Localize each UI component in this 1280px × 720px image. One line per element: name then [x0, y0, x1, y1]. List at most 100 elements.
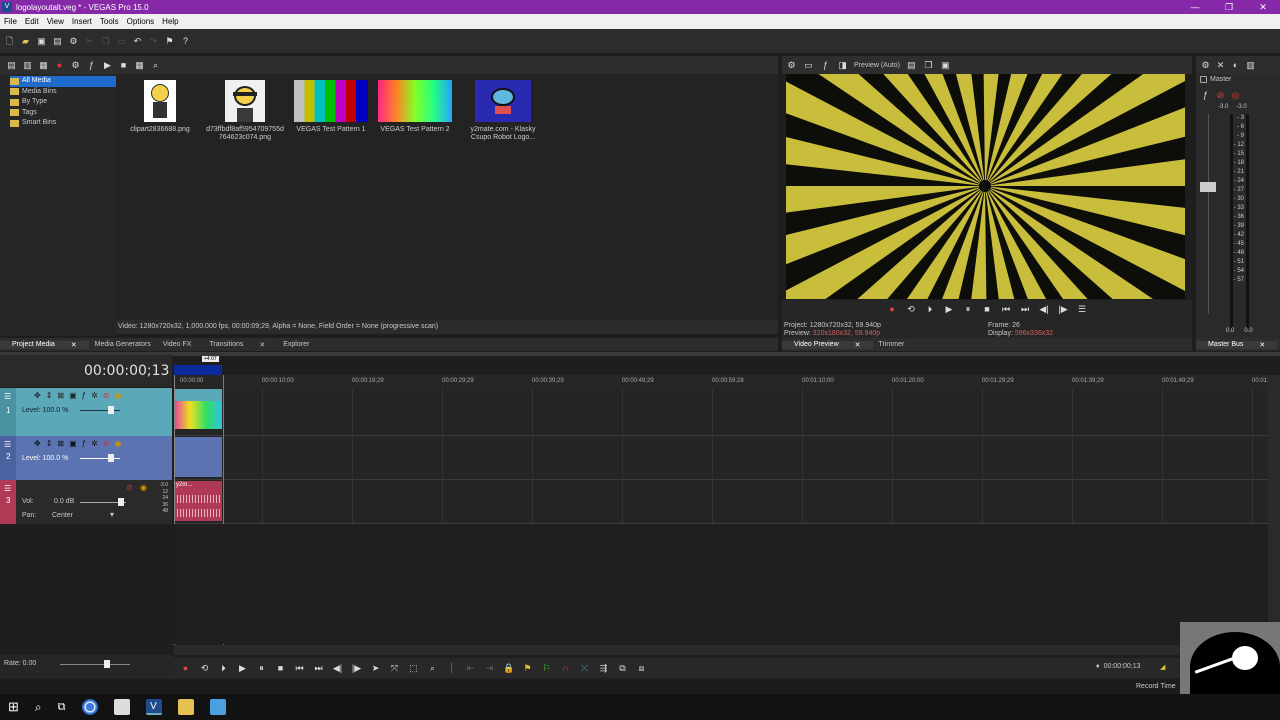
normal-edit-tool-icon[interactable]: ➤: [370, 663, 381, 674]
mixer-icon[interactable]: ▥: [1245, 60, 1256, 71]
paste-icon[interactable]: ▭: [116, 36, 127, 47]
tab-transitions[interactable]: Transitions ✕: [197, 341, 277, 349]
trim-end-icon[interactable]: ⇥: [484, 663, 495, 674]
previous-frame-icon[interactable]: ◀|: [1039, 304, 1050, 315]
render-icon[interactable]: ⚑: [164, 36, 175, 47]
track-motion-icon[interactable]: ▣: [69, 391, 77, 400]
tree-item-tags[interactable]: Tags: [10, 108, 116, 119]
go-to-start-icon[interactable]: ⏮: [1001, 304, 1012, 315]
chrome-icon[interactable]: [81, 699, 98, 715]
loop-icon[interactable]: ⟲: [199, 663, 210, 674]
pause-icon[interactable]: ⏸: [256, 663, 267, 674]
level-slider[interactable]: [108, 454, 114, 462]
horizontal-scrollbar[interactable]: [174, 645, 1268, 655]
tree-item-smart-bins[interactable]: Smart Bins: [10, 118, 116, 129]
vegas-taskbar-icon[interactable]: V: [145, 699, 162, 715]
play-icon[interactable]: ▶: [944, 304, 955, 315]
minimize-button[interactable]: —: [1178, 2, 1212, 13]
play-from-start-icon[interactable]: ⏵: [925, 304, 936, 315]
next-frame-icon[interactable]: |▶: [1058, 304, 1069, 315]
volume-slider[interactable]: [118, 498, 124, 506]
compositor-icon[interactable]: ⇕: [46, 439, 53, 448]
restore-button[interactable]: ❐: [1212, 2, 1246, 13]
track-menu-icon[interactable]: ☰: [4, 440, 11, 449]
timecode-display[interactable]: 00:00:00;13: [84, 363, 169, 379]
media-properties-icon[interactable]: ⚙: [70, 60, 81, 71]
dim-icon[interactable]: ◐: [1230, 60, 1241, 71]
loop-region[interactable]: [174, 365, 222, 375]
lock-envelopes-icon[interactable]: ⧉: [617, 663, 628, 674]
tab-media-generators[interactable]: Media Generators: [89, 341, 157, 348]
help-icon[interactable]: ?: [180, 36, 191, 47]
auto-ripple-icon[interactable]: ⇶: [598, 663, 609, 674]
track-header-2[interactable]: ☰ 2 ✥ ⇕ ⊠ ▣ ƒ ✲ ⊘ ◉ Level: 100.0 %: [0, 436, 172, 480]
record-icon[interactable]: ●: [180, 663, 191, 674]
play-from-start-icon[interactable]: ⏵: [218, 663, 229, 674]
get-media-icon[interactable]: ●: [54, 60, 65, 71]
redo-icon[interactable]: ↷: [148, 36, 159, 47]
menu-edit[interactable]: Edit: [21, 17, 43, 26]
undo-icon[interactable]: ↶: [132, 36, 143, 47]
track-menu-icon[interactable]: ☰: [4, 484, 11, 493]
media-item[interactable]: d73ffbdf8af5954709755d 764623c074.png: [200, 80, 290, 142]
go-to-start-icon[interactable]: ⏮: [294, 663, 305, 674]
track-header-1[interactable]: ☰ 1 ✥ ⇕ ⊠ ▣ ƒ ✲ ⊘ ◉ Level: 100.0 %: [0, 388, 172, 436]
remove-media-icon[interactable]: ▥: [22, 60, 33, 71]
close-icon[interactable]: ✕: [849, 341, 867, 349]
menu-file[interactable]: File: [0, 17, 21, 26]
go-to-end-icon[interactable]: ⏭: [1020, 304, 1031, 315]
go-to-end-icon[interactable]: ⏭: [313, 663, 324, 674]
menu-icon[interactable]: ☰: [1077, 304, 1088, 315]
copy-snapshot-icon[interactable]: ❐: [923, 60, 934, 71]
mute-icon[interactable]: ⊘: [126, 483, 133, 492]
tree-item-by-type[interactable]: By Type: [10, 97, 116, 108]
track-lane-3[interactable]: [174, 480, 1268, 524]
close-icon[interactable]: ✕: [65, 341, 83, 349]
auto-crossfade-icon[interactable]: ⤫: [579, 663, 590, 674]
close-button[interactable]: ✕: [1246, 2, 1280, 13]
track-lane-1[interactable]: [174, 388, 1268, 436]
cut-icon[interactable]: ✂: [84, 36, 95, 47]
previous-frame-icon[interactable]: ◀|: [332, 663, 343, 674]
compositor-icon[interactable]: ⇕: [46, 391, 53, 400]
trim-start-icon[interactable]: ⇤: [465, 663, 476, 674]
solo-icon[interactable]: ◉: [140, 483, 147, 492]
menu-help[interactable]: Help: [158, 17, 182, 26]
import-media-icon[interactable]: ▤: [6, 60, 17, 71]
tab-trimmer[interactable]: Trimmer: [873, 341, 911, 348]
menu-options[interactable]: Options: [123, 17, 159, 26]
vertical-scrollbar[interactable]: [1268, 375, 1280, 645]
close-icon[interactable]: ✕: [1253, 341, 1271, 349]
media-item[interactable]: clipart2836688.png: [120, 80, 200, 134]
copy-icon[interactable]: ❐: [100, 36, 111, 47]
composite-mode-icon[interactable]: ✲: [91, 439, 98, 448]
new-icon[interactable]: 🗋: [4, 36, 15, 47]
motion-blur-icon[interactable]: ✥: [34, 439, 41, 448]
timeline-ruler[interactable]: 00:00:00 00:00:10;00 00:00:19;29 00:00:29;2…: [174, 375, 1272, 388]
split-icon[interactable]: ⎮: [446, 663, 457, 674]
track-menu-icon[interactable]: ☰: [4, 392, 11, 401]
media-item[interactable]: y2mate.com - Klasky Csupo Robot Logo...: [462, 80, 544, 142]
track-header-3[interactable]: ☰ 3 Vol: 0.0 dB Pan: Center ▾ ⊘ ◉ -3.0 12…: [0, 480, 172, 524]
record-icon[interactable]: ●: [887, 304, 898, 315]
zoom-tool-icon[interactable]: ⌕: [427, 663, 438, 674]
loop-icon[interactable]: ⟲: [906, 304, 917, 315]
next-frame-icon[interactable]: |▶: [351, 663, 362, 674]
pan-crop-icon[interactable]: ⊠: [57, 391, 64, 400]
snapping-icon[interactable]: ∩: [560, 663, 571, 674]
mute-icon[interactable]: ⊘: [103, 391, 110, 400]
menu-view[interactable]: View: [43, 17, 68, 26]
pan-slider[interactable]: ▾: [110, 510, 114, 519]
resize-grip-icon[interactable]: ◢: [1160, 663, 1165, 671]
tab-video-fx[interactable]: Video FX: [157, 341, 198, 348]
lock-icon[interactable]: 🔒: [503, 663, 514, 674]
tree-item-media-bins[interactable]: Media Bins: [10, 87, 116, 98]
search-icon[interactable]: ⌕: [35, 700, 42, 715]
media-fx-icon[interactable]: ƒ: [86, 60, 97, 71]
master-fader[interactable]: [1200, 182, 1216, 192]
mute-icon[interactable]: ⊘: [1215, 90, 1226, 101]
tab-project-media[interactable]: Project Media ✕: [0, 340, 89, 349]
close-icon[interactable]: ✕: [253, 341, 271, 349]
stop-icon[interactable]: ■: [275, 663, 286, 674]
ignore-grouping-icon[interactable]: ⧈: [636, 663, 647, 674]
